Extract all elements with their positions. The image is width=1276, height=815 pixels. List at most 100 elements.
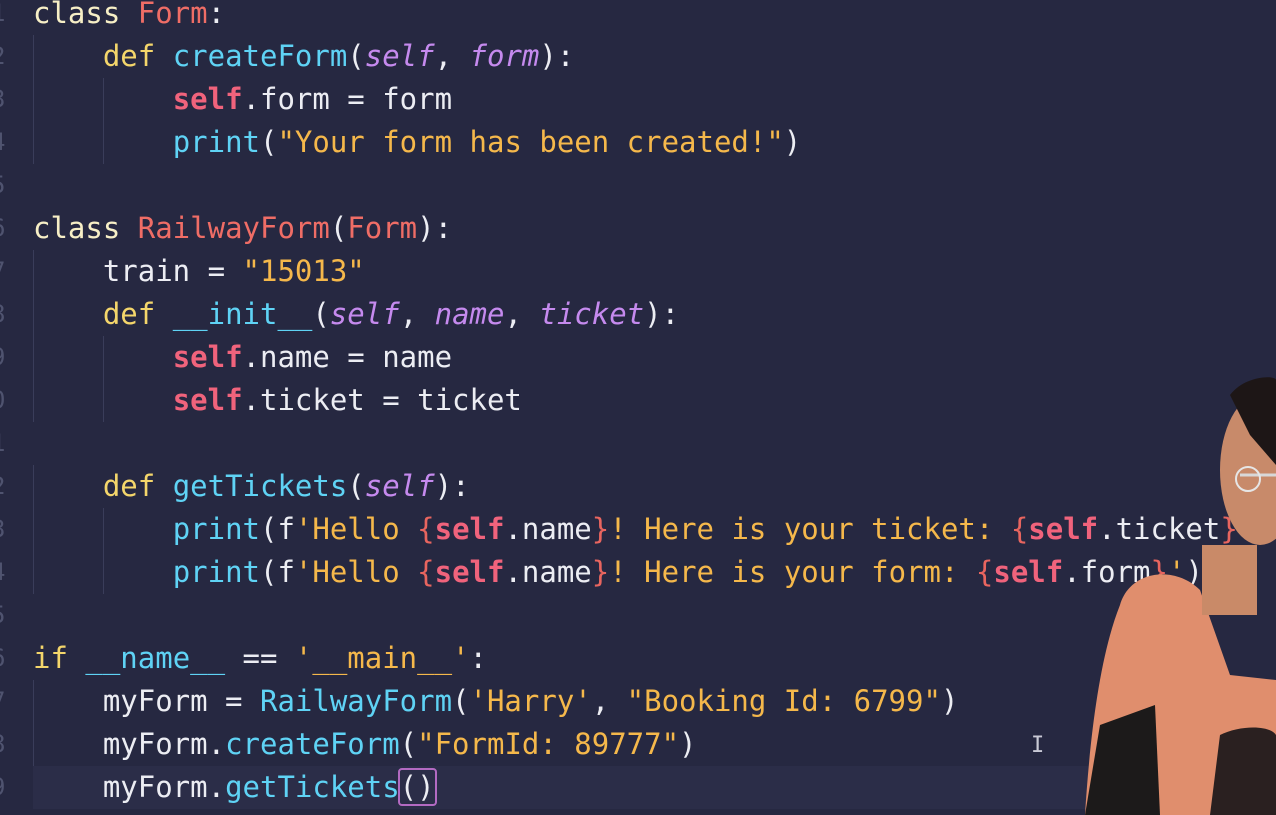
- code-token: self: [364, 39, 435, 73]
- code-token: ,: [591, 684, 627, 718]
- line-number: 4: [0, 121, 5, 164]
- code-line[interactable]: self.name = name: [33, 336, 452, 379]
- line-number: 7: [0, 250, 5, 293]
- code-token: getTickets: [225, 770, 400, 804]
- code-token: :: [469, 641, 487, 675]
- line-number: 8: [0, 723, 5, 766]
- code-token: self: [434, 555, 505, 589]
- code-line[interactable]: myForm = RailwayForm('Harry', "Booking I…: [33, 680, 959, 723]
- code-line[interactable]: class RailwayForm(Form):: [33, 207, 452, 250]
- code-token: createForm: [172, 39, 348, 73]
- code-token: {: [417, 555, 435, 589]
- code-token: def: [102, 469, 173, 503]
- code-token: ): [940, 684, 959, 718]
- code-token: self: [172, 82, 243, 116]
- code-token: print: [172, 125, 260, 159]
- code-line[interactable]: print(f'Hello {self.name}! Here is your …: [33, 551, 1203, 594]
- code-line[interactable]: print(f'Hello {self.name}! Here is your …: [33, 508, 1238, 551]
- code-token: .name: [504, 512, 592, 546]
- code-token: (: [399, 727, 418, 761]
- code-token: (: [260, 125, 278, 159]
- code-token: .name = name: [242, 340, 453, 374]
- code-token: 'Hello: [294, 555, 418, 589]
- code-line[interactable]: self.form = form: [33, 78, 452, 121]
- code-line[interactable]: myForm.getTickets(): [33, 766, 1103, 809]
- code-token: .name: [504, 555, 592, 589]
- code-token: self: [364, 469, 435, 503]
- code-token: (: [452, 684, 470, 718]
- line-number: 0: [0, 379, 5, 422]
- line-number: 1: [0, 422, 5, 465]
- code-token: (: [329, 211, 348, 245]
- code-token: (): [397, 768, 437, 806]
- code-line[interactable]: print("Your form has been created!"): [33, 121, 802, 164]
- code-token: form: [469, 39, 540, 73]
- code-token: {: [417, 512, 435, 546]
- code-line[interactable]: def getTickets(self):: [33, 465, 470, 508]
- code-token: .form = form: [242, 82, 453, 116]
- code-token: self: [993, 555, 1064, 589]
- code-editor[interactable]: 1234567890123456789 class Form: def crea…: [0, 0, 1276, 815]
- code-line[interactable]: myForm.createForm("FormId: 89777"): [33, 723, 697, 766]
- code-token: Form: [137, 0, 208, 30]
- code-token: self: [434, 512, 505, 546]
- line-number: 1: [0, 0, 5, 35]
- line-number: 2: [0, 465, 5, 508]
- code-token: {: [1010, 512, 1029, 546]
- code-token: (: [347, 39, 365, 73]
- code-token: {: [975, 555, 994, 589]
- line-number: 2: [0, 35, 5, 78]
- code-token: '__main__': [294, 641, 470, 675]
- code-token: print: [172, 555, 260, 589]
- code-token: RailwayForm: [137, 211, 330, 245]
- code-token: ):: [434, 469, 470, 503]
- code-token: ,: [504, 297, 540, 331]
- code-token: ):: [417, 211, 453, 245]
- code-token: .ticket = ticket: [242, 383, 522, 417]
- line-number: 7: [0, 680, 5, 723]
- code-token: (f: [260, 555, 295, 589]
- code-token: ):: [539, 39, 575, 73]
- code-token: ):: [644, 297, 680, 331]
- line-number: 5: [0, 594, 5, 637]
- line-number: 8: [0, 293, 5, 336]
- code-token: 'Hello: [294, 512, 418, 546]
- code-line[interactable]: class Form:: [33, 0, 225, 35]
- line-number: 5: [0, 164, 5, 207]
- line-number: 4: [0, 551, 5, 594]
- presenter-avatar: [1080, 375, 1276, 815]
- code-token: :: [207, 0, 226, 30]
- line-number: 9: [0, 766, 5, 809]
- text-cursor-icon: I: [1031, 733, 1045, 758]
- code-token: 'Harry': [469, 684, 592, 718]
- code-line[interactable]: def __init__(self, name, ticket):: [33, 293, 679, 336]
- code-token: name: [434, 297, 505, 331]
- code-token: "Your form has been created!": [277, 125, 784, 159]
- code-token: def: [102, 297, 173, 331]
- code-token: ,: [434, 39, 470, 73]
- code-line[interactable]: train = "15013": [33, 250, 365, 293]
- code-token: }: [591, 512, 610, 546]
- code-token: class: [33, 0, 138, 30]
- code-token: getTickets: [172, 469, 348, 503]
- code-line[interactable]: self.ticket = ticket: [33, 379, 522, 422]
- line-number: 3: [0, 508, 5, 551]
- code-token: ticket: [539, 297, 645, 331]
- code-token: __name__: [85, 641, 226, 675]
- code-token: myForm.: [102, 727, 226, 761]
- code-line[interactable]: if __name__ == '__main__':: [33, 637, 487, 680]
- code-token: train =: [102, 254, 243, 288]
- line-number: 6: [0, 637, 5, 680]
- line-number: 9: [0, 336, 5, 379]
- code-token: self: [172, 383, 243, 417]
- code-token: "Booking Id: 6799": [626, 684, 941, 718]
- code-token: if: [33, 641, 86, 675]
- code-token: def: [102, 39, 173, 73]
- line-number: 6: [0, 207, 5, 250]
- code-token: "15013": [242, 254, 365, 288]
- code-token: ==: [225, 641, 295, 675]
- code-token: }: [591, 555, 610, 589]
- code-token: class: [33, 211, 138, 245]
- code-token: (: [347, 469, 365, 503]
- code-line[interactable]: def createForm(self, form):: [33, 35, 574, 78]
